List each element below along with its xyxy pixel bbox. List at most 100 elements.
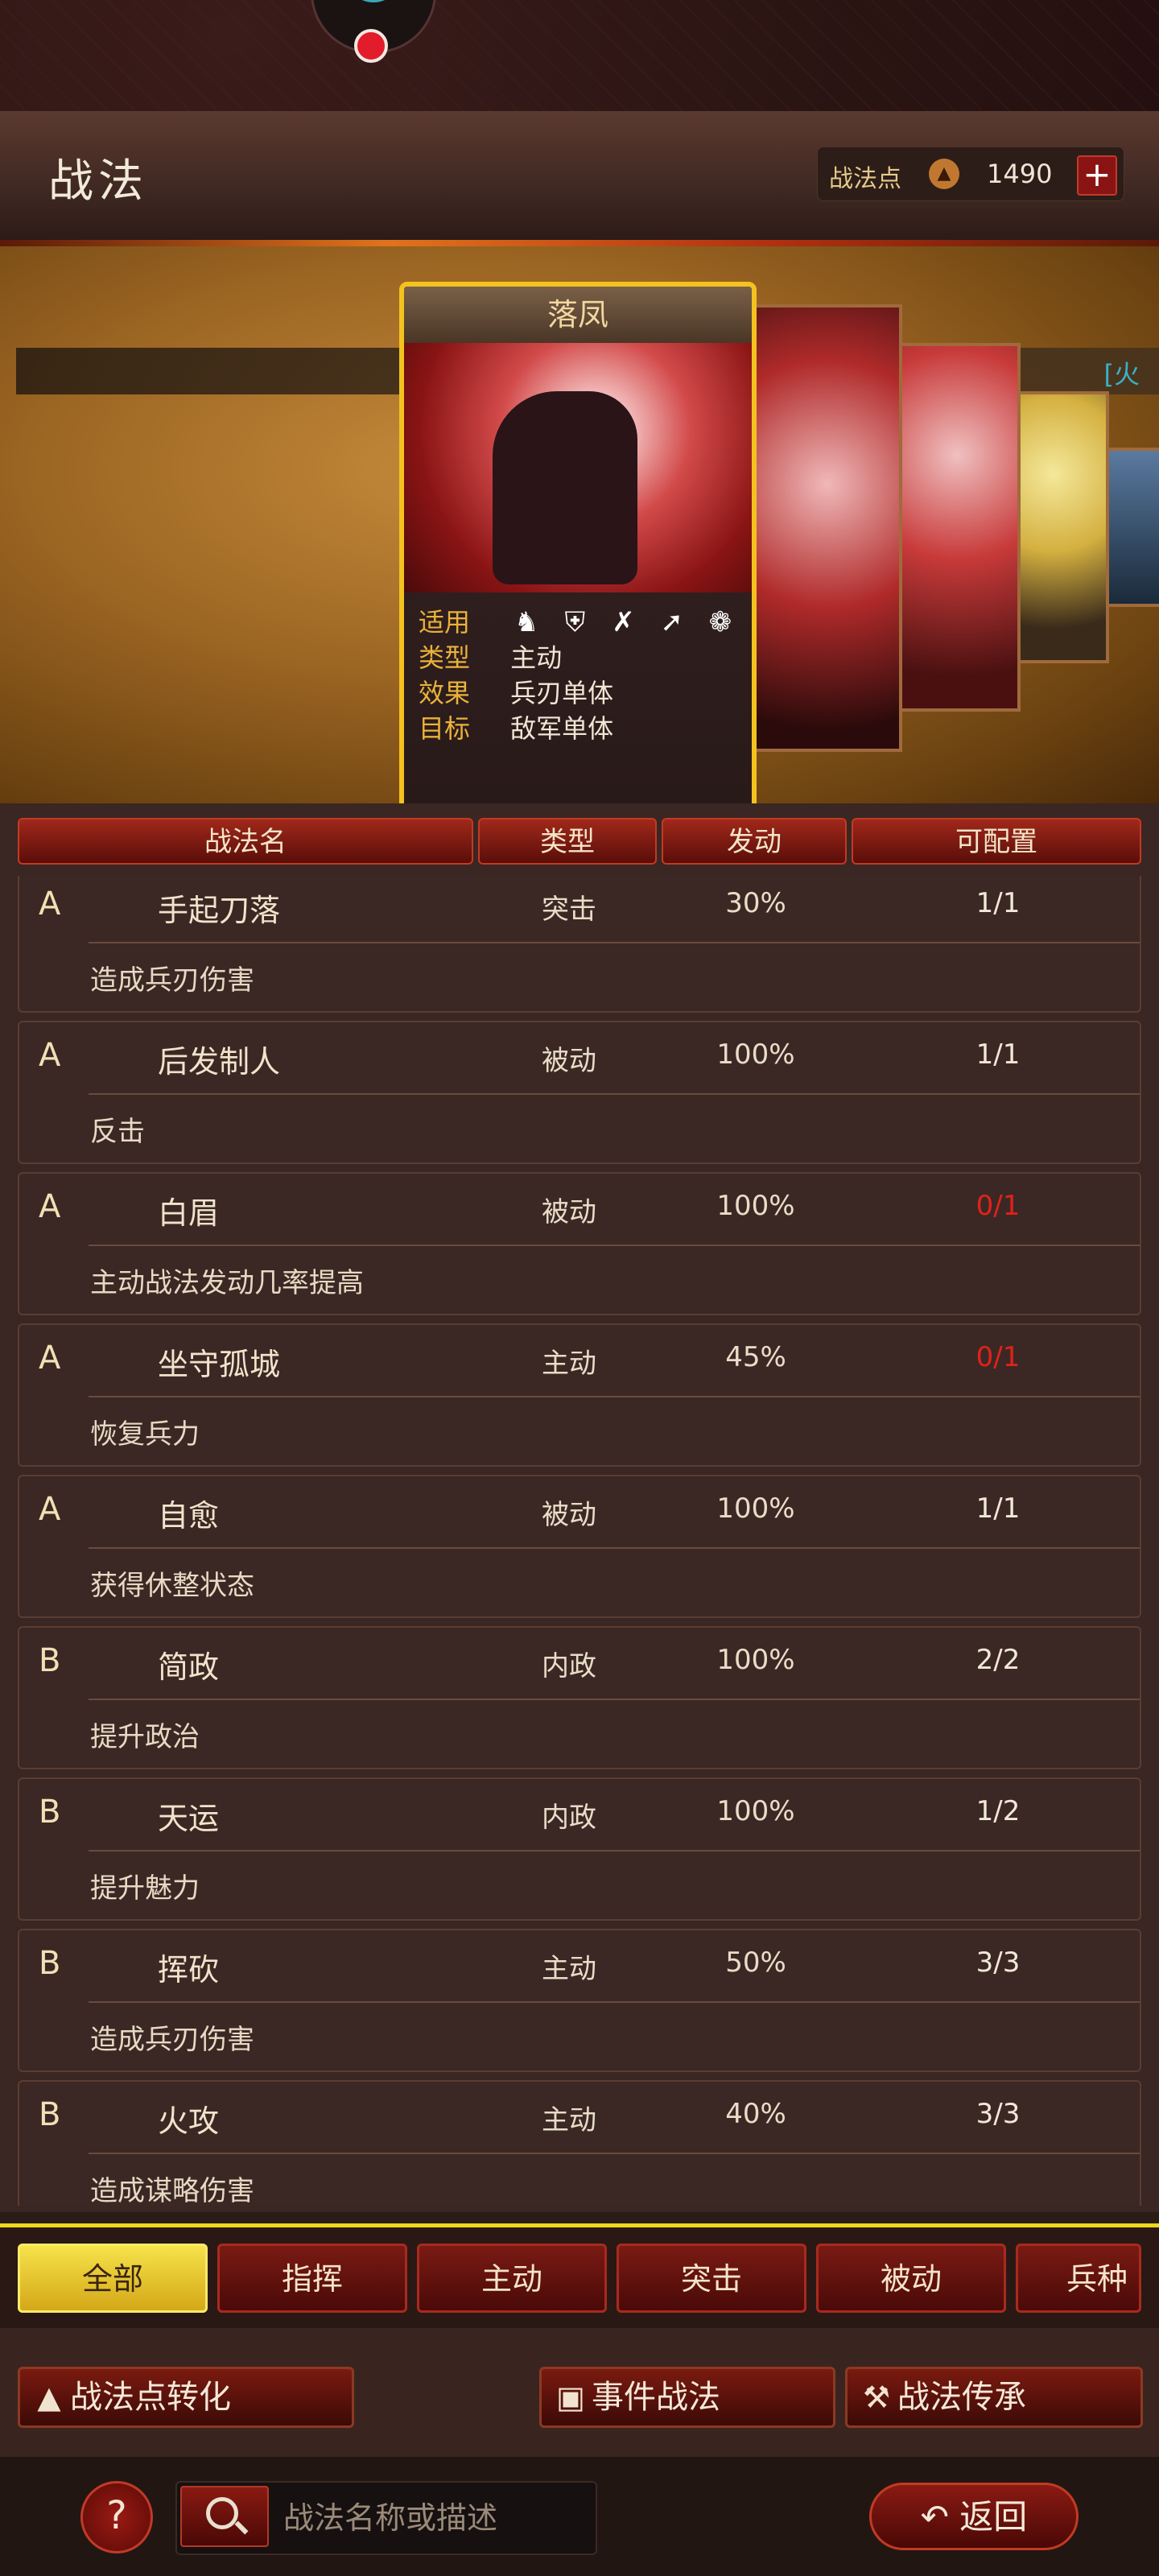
tab-active[interactable]: 主动 xyxy=(417,2244,607,2313)
ticket-icon: ▣ xyxy=(556,2380,585,2415)
carousel-card[interactable] xyxy=(753,304,902,752)
tactic-grade: B xyxy=(39,2096,61,2133)
table-row[interactable]: B 天运 内政 100% 1/2 提升魅力 xyxy=(18,1777,1141,1921)
tactic-slots: 1/2 xyxy=(975,1795,1021,1827)
cavalry-icon: ♞ xyxy=(514,606,539,638)
event-tactics-button[interactable]: ▣ 事件战法 xyxy=(539,2367,835,2428)
banner-text: [火 xyxy=(1103,359,1140,390)
tactic-trigger: 45% xyxy=(725,1341,786,1373)
table-row[interactable]: A 后发制人 被动 100% 1/1 反击 xyxy=(18,1021,1141,1164)
tactic-type: 被动 xyxy=(542,1499,596,1531)
tactic-type: 主动 xyxy=(542,1953,596,1985)
tactic-desc: 提升政治 xyxy=(90,1721,200,1753)
fire-icon: ▲ xyxy=(37,2380,61,2415)
row-divider xyxy=(89,1547,1140,1549)
tactic-name: 天运 xyxy=(158,1801,220,1836)
table-row[interactable]: A 自愈 被动 100% 1/1 获得休整状态 xyxy=(18,1475,1141,1618)
convert-points-label: 战法点转化 xyxy=(70,2379,231,2416)
card-art xyxy=(897,346,1017,708)
tactic-trigger: 100% xyxy=(716,1038,795,1071)
carousel-card[interactable] xyxy=(1014,391,1109,663)
tactic-name: 手起刀落 xyxy=(158,893,281,928)
column-header-type[interactable]: 类型 xyxy=(478,818,657,865)
search-button[interactable] xyxy=(180,2486,269,2547)
tactic-slots: 2/2 xyxy=(975,1644,1021,1676)
tactic-trigger: 40% xyxy=(725,2098,786,2130)
info-row-type: 类型 主动 xyxy=(419,638,562,675)
row-divider xyxy=(89,1093,1140,1095)
row-divider xyxy=(89,1699,1140,1700)
tab-all[interactable]: 全部 xyxy=(18,2244,208,2313)
background-pattern xyxy=(0,0,1159,111)
info-key: 效果 xyxy=(419,678,471,708)
tactic-table: 战法名 类型 发动 可配置 A 手起刀落 突击 30% 1/1 造成兵刃伤害 A… xyxy=(0,803,1159,2212)
avatar-image xyxy=(345,0,402,2)
tactic-name: 简政 xyxy=(158,1649,220,1685)
table-row[interactable]: B 火攻 主动 40% 3/3 造成谋略伤害 xyxy=(18,2080,1141,2206)
column-header-slots[interactable]: 可配置 xyxy=(852,818,1141,865)
page-title: 战法 xyxy=(48,155,148,208)
tactic-desc: 获得休整状态 xyxy=(90,1570,254,1602)
tactic-type: 内政 xyxy=(542,1802,596,1834)
carousel-card[interactable] xyxy=(1104,448,1159,607)
action-bar: ▲ 战法点转化 ▣ 事件战法 ⚒ 战法传承 xyxy=(0,2328,1159,2457)
row-divider xyxy=(89,2153,1140,2154)
add-points-button[interactable]: + xyxy=(1077,155,1117,196)
tab-command[interactable]: 指挥 xyxy=(217,2244,407,2313)
tactic-type: 主动 xyxy=(542,2104,596,2136)
carousel-card[interactable] xyxy=(893,343,1021,712)
tactic-type: 被动 xyxy=(542,1196,596,1228)
tactic-name: 挥砍 xyxy=(158,1952,220,1988)
tab-assault[interactable]: 突击 xyxy=(617,2244,806,2313)
table-row[interactable]: B 简政 内政 100% 2/2 提升政治 xyxy=(18,1626,1141,1769)
inherit-tactics-button[interactable]: ⚒ 战法传承 xyxy=(845,2367,1143,2428)
info-key: 类型 xyxy=(419,642,471,673)
back-label: 返回 xyxy=(959,2497,1028,2537)
back-button[interactable]: ↶ 返回 xyxy=(869,2483,1079,2550)
tactic-list[interactable]: A 手起刀落 突击 30% 1/1 造成兵刃伤害 A 后发制人 被动 100% … xyxy=(18,876,1141,2206)
tactic-trigger: 100% xyxy=(716,1795,795,1827)
row-divider xyxy=(89,1850,1140,1852)
help-button[interactable]: ? xyxy=(80,2481,153,2553)
bottom-bar: ? ↶ 返回 xyxy=(0,2457,1159,2576)
search-input[interactable] xyxy=(282,2491,583,2545)
info-row-effect: 效果 兵刃单体 xyxy=(419,673,613,710)
tactic-name: 白眉 xyxy=(158,1195,220,1231)
wheel-icon: ❁ xyxy=(708,606,732,638)
card-art xyxy=(1107,451,1159,604)
tactic-grade: A xyxy=(39,886,61,923)
tab-passive[interactable]: 被动 xyxy=(816,2244,1006,2313)
tactic-slots: 3/3 xyxy=(975,1946,1021,1979)
tab-troop-type[interactable]: 兵种 xyxy=(1016,2244,1141,2313)
column-header-trigger[interactable]: 发动 xyxy=(662,818,847,865)
tactic-grade: B xyxy=(39,1945,61,1982)
table-row[interactable]: B 挥砍 主动 50% 3/3 造成兵刃伤害 xyxy=(18,1929,1141,2072)
card-art xyxy=(1017,394,1106,660)
filter-tabs: 全部 指挥 主动 突击 被动 兵种 xyxy=(0,2223,1159,2332)
tactic-grade: A xyxy=(39,1037,61,1074)
tactic-points-box: 战法点 ▲ 1490 + xyxy=(817,147,1124,201)
convert-points-button[interactable]: ▲ 战法点转化 xyxy=(18,2367,354,2428)
tactic-name: 后发制人 xyxy=(158,1044,281,1080)
table-row[interactable]: A 白眉 被动 100% 0/1 主动战法发动几率提高 xyxy=(18,1172,1141,1315)
table-row[interactable]: A 坐守孤城 主动 45% 0/1 恢复兵力 xyxy=(18,1323,1141,1467)
info-value: 兵刃单体 xyxy=(510,678,614,708)
column-header-name[interactable]: 战法名 xyxy=(18,818,473,865)
tactic-trigger: 50% xyxy=(725,1946,786,1979)
tactic-showcase: [火 落凤 适用 ♞ ⛨ ✗ ➚ ❁ 类型 主动 效果 兵刃单体 目标 敌军单体 xyxy=(0,246,1159,1008)
fire-icon: ▲ xyxy=(929,159,959,189)
info-row-target: 目标 敌军单体 xyxy=(419,708,613,745)
hammer-icon: ⚒ xyxy=(862,2380,891,2415)
tactic-desc: 提升魅力 xyxy=(90,1872,200,1905)
tactic-slots: 1/1 xyxy=(975,887,1021,919)
tactic-desc: 造成兵刃伤害 xyxy=(90,964,254,997)
tactic-type: 主动 xyxy=(542,1348,596,1380)
notification-dot xyxy=(354,29,388,63)
tactic-trigger: 100% xyxy=(716,1190,795,1222)
table-row[interactable]: A 手起刀落 突击 30% 1/1 造成兵刃伤害 xyxy=(18,876,1141,1013)
spear-icon: ➚ xyxy=(660,606,683,638)
tactic-name: 坐守孤城 xyxy=(158,1347,281,1382)
tactic-grade: A xyxy=(39,1188,61,1225)
tactic-trigger: 30% xyxy=(725,887,786,919)
tactic-slots: 3/3 xyxy=(975,2098,1021,2130)
